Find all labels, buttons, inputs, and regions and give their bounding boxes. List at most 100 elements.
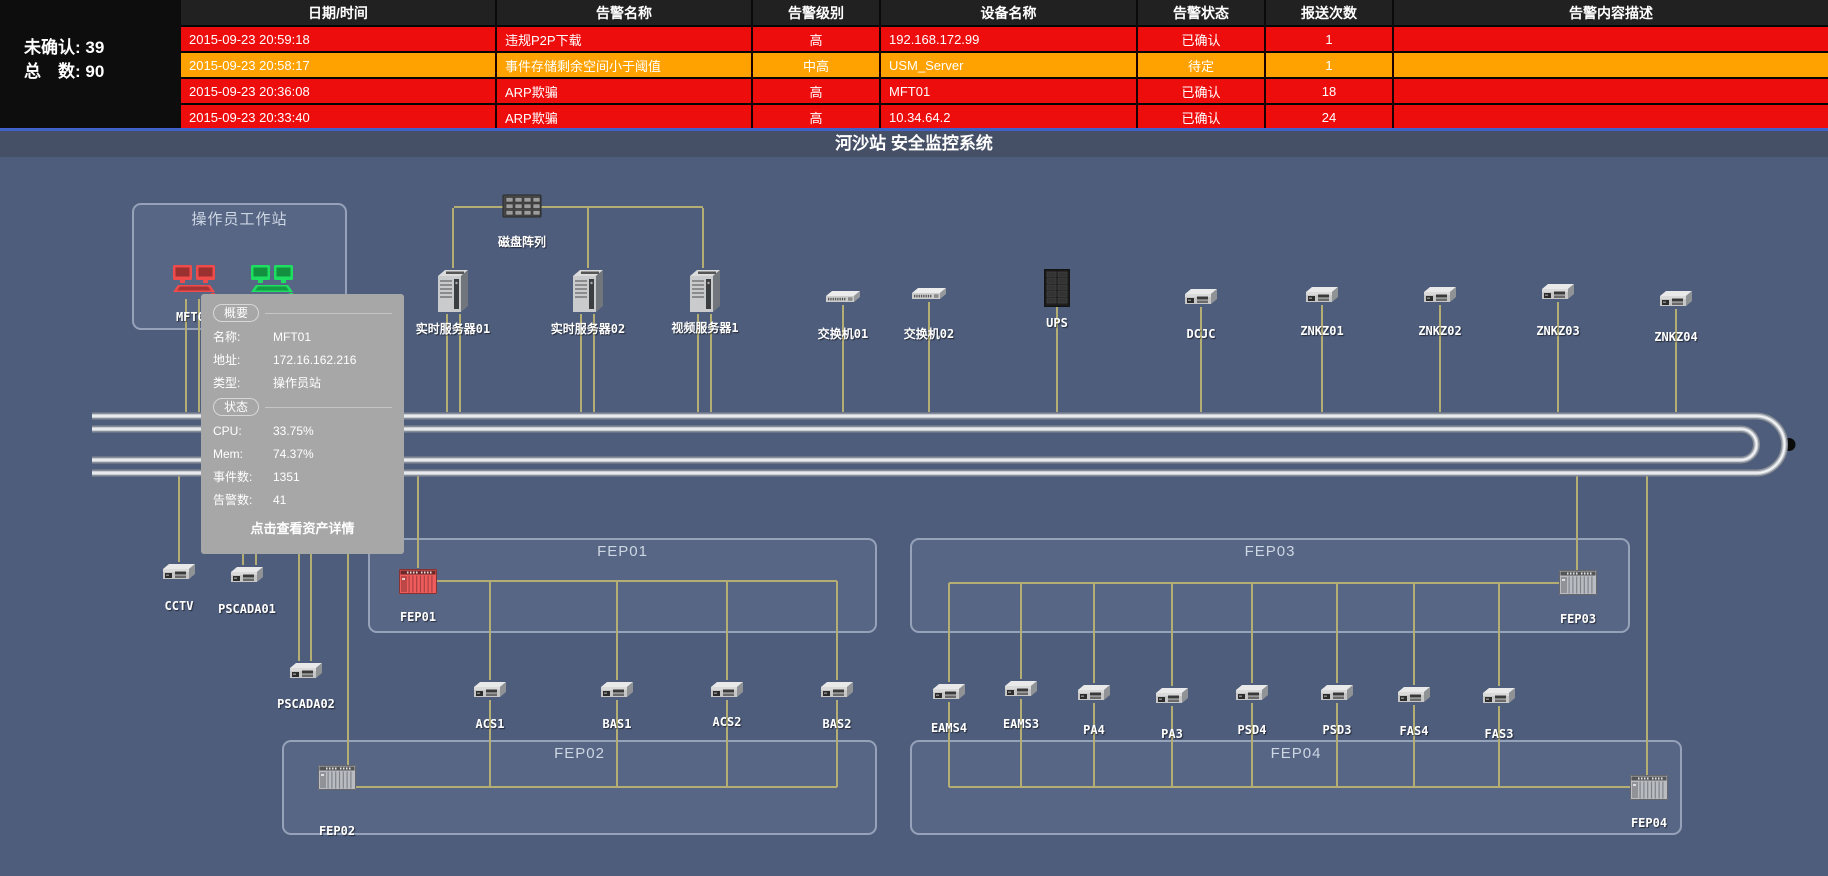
console-icon [1234, 683, 1270, 703]
realtime-server-02-node[interactable] [571, 268, 605, 314]
acs2-label: ACS2 [713, 715, 742, 729]
disk-array-label: 磁盘阵列 [498, 233, 546, 250]
server-icon [436, 268, 470, 314]
col-description: 告警内容描述 [1393, 0, 1828, 26]
pscada01-label: PSCADA01 [218, 602, 276, 616]
col-count: 报送次数 [1265, 0, 1393, 26]
znkz01-label: ZNKZ01 [1300, 324, 1343, 338]
alarm-row[interactable]: 2015-09-23 20:58:17 事件存储剩余空间小于阈值 中高 USM_… [181, 52, 1828, 78]
pa4-node[interactable] [1076, 683, 1112, 703]
security-monitoring-screen: 未确认: 39 总 数: 90 日期/时间 告警名称 告警级别 设备名称 告警状… [0, 0, 1828, 876]
console-icon [599, 680, 635, 700]
znkz02-label: ZNKZ02 [1418, 324, 1461, 338]
tooltip-cpu-row: CPU:33.75% [213, 423, 392, 439]
bas2-node[interactable] [819, 680, 855, 700]
section-label: 概要 [213, 304, 259, 322]
plc-icon [1559, 570, 1597, 595]
alarm-row[interactable]: 2015-09-23 20:59:18 违规P2P下载 高 192.168.17… [181, 26, 1828, 52]
console-icon [931, 682, 967, 702]
cell-datetime: 2015-09-23 20:33:40 [181, 104, 496, 129]
eams3-node[interactable] [1003, 679, 1039, 699]
tooltip-alarms-row: 告警数:41 [213, 492, 392, 508]
znkz02-node[interactable] [1422, 285, 1458, 305]
workstation-2-node[interactable] [249, 264, 295, 298]
tooltip-status-section: 状态 [213, 398, 392, 416]
tooltip-events-row: 事件数:1351 [213, 469, 392, 485]
fep02-node[interactable] [318, 765, 356, 790]
cell-description [1393, 52, 1828, 78]
console-icon [819, 680, 855, 700]
view-asset-details-link[interactable]: 点击查看资产详情 [213, 518, 392, 537]
switch-01-node[interactable] [824, 289, 862, 305]
znkz04-node[interactable] [1658, 289, 1694, 309]
alarm-row[interactable]: 2015-09-23 20:33:40 ARP欺骗 高 10.34.64.2 已… [181, 104, 1828, 129]
switch-02-node[interactable] [910, 286, 948, 302]
cell-status: 已确认 [1137, 78, 1265, 104]
alarm-row[interactable]: 2015-09-23 20:36:08 ARP欺骗 高 MFT01 已确认 18 [181, 78, 1828, 104]
acs1-node[interactable] [472, 680, 508, 700]
realtime-server-01-node[interactable] [436, 268, 470, 314]
acs2-node[interactable] [709, 680, 745, 700]
alarms-label: 告警数: [213, 492, 273, 508]
eams3-label: EAMS3 [1003, 717, 1039, 731]
video-server-1-label: 视频服务器1 [671, 319, 738, 336]
realtime-server-02-label: 实时服务器02 [551, 320, 625, 337]
cctv-node[interactable] [161, 562, 197, 582]
cell-count: 18 [1265, 78, 1393, 104]
fep03-node[interactable] [1559, 570, 1597, 595]
cell-level: 高 [752, 26, 880, 52]
col-status: 告警状态 [1137, 0, 1265, 26]
mft01-workstation-node[interactable] [171, 264, 217, 298]
alarm-top-bar: 未确认: 39 总 数: 90 日期/时间 告警名称 告警级别 设备名称 告警状… [0, 0, 1828, 128]
console-icon [1658, 289, 1694, 309]
fep04-node[interactable] [1630, 775, 1668, 800]
fep02-label: FEP02 [319, 824, 355, 838]
console-icon [472, 680, 508, 700]
dcjc-label: DCJC [1187, 327, 1216, 341]
tooltip-type-row: 类型:操作员站 [213, 375, 392, 391]
ups-node[interactable] [1044, 269, 1070, 307]
console-icon [1076, 683, 1112, 703]
psd3-node[interactable] [1319, 683, 1355, 703]
fas3-node[interactable] [1481, 686, 1517, 706]
znkz03-node[interactable] [1540, 282, 1576, 302]
znkz01-node[interactable] [1304, 285, 1340, 305]
unconfirmed-count-row: 未确认: 39 [24, 36, 181, 60]
bas2-label: BAS2 [823, 717, 852, 731]
console-icon [1003, 679, 1039, 699]
pa4-label: PA4 [1083, 723, 1105, 737]
fep03-label: FEP03 [1560, 612, 1596, 626]
server-icon [688, 268, 722, 314]
pscada01-node[interactable] [229, 565, 265, 585]
total-count-row: 总 数: 90 [24, 60, 181, 84]
console-icon [229, 565, 265, 585]
plc-icon [399, 569, 437, 594]
psd4-node[interactable] [1234, 683, 1270, 703]
pscada02-label: PSCADA02 [277, 697, 335, 711]
cell-status: 待定 [1137, 52, 1265, 78]
mem-label: Mem: [213, 446, 273, 462]
cell-count: 1 [1265, 52, 1393, 78]
switch-02-label: 交换机02 [904, 325, 954, 342]
cell-device: 10.34.64.2 [880, 104, 1137, 129]
cell-level: 中高 [752, 52, 880, 78]
name-label: 名称: [213, 329, 273, 345]
events-label: 事件数: [213, 469, 273, 485]
dcjc-node[interactable] [1183, 287, 1219, 307]
fep01-node[interactable] [399, 569, 437, 594]
tooltip-addr-row: 地址:172.16.162.216 [213, 352, 392, 368]
fas4-node[interactable] [1396, 685, 1432, 705]
disk-array-node[interactable] [502, 194, 542, 218]
pa3-label: PA3 [1161, 727, 1183, 741]
eams4-label: EAMS4 [931, 721, 967, 735]
col-device: 设备名称 [880, 0, 1137, 26]
video-server-1-node[interactable] [688, 268, 722, 314]
ups-label: UPS [1046, 316, 1068, 330]
pscada02-node[interactable] [288, 661, 324, 681]
cell-device: USM_Server [880, 52, 1137, 78]
bas1-node[interactable] [599, 680, 635, 700]
col-datetime: 日期/时间 [181, 0, 496, 26]
eams4-node[interactable] [931, 682, 967, 702]
cpu-label: CPU: [213, 423, 273, 439]
pa3-node[interactable] [1154, 686, 1190, 706]
